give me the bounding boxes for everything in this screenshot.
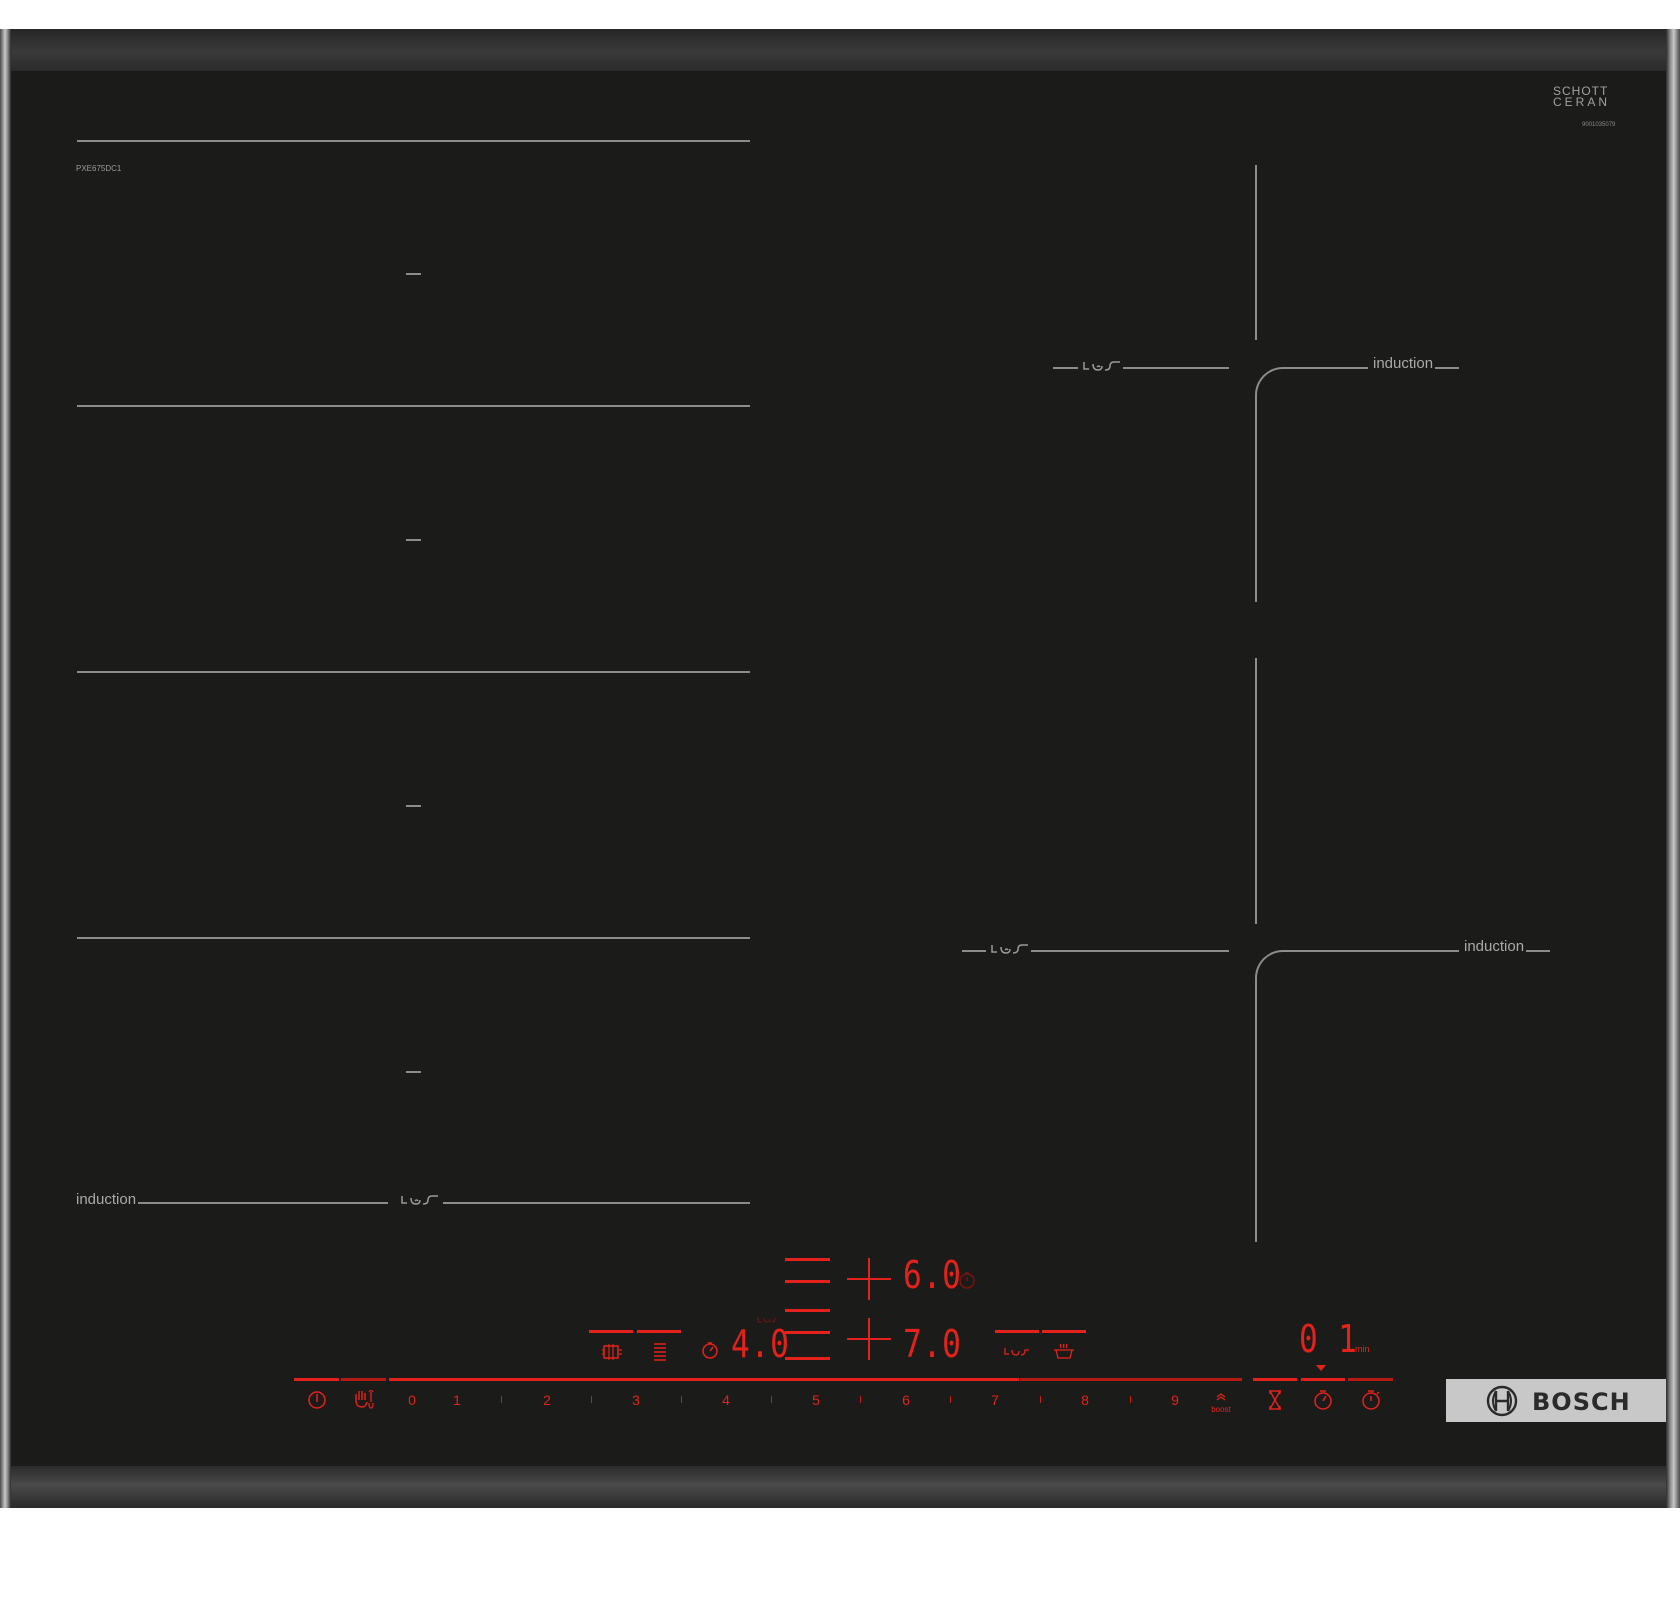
right-top-zone-edge: [1255, 404, 1257, 602]
stopwatch-icon[interactable]: [1361, 1389, 1381, 1410]
zone-center-mark: [406, 273, 421, 275]
right-top-induction-label: induction: [1373, 355, 1434, 372]
cooking-sensor-icon: [1083, 361, 1120, 371]
zone-indicator-mid[interactable]: [785, 1309, 830, 1312]
zone-timer-icon: [959, 1272, 975, 1289]
level-0[interactable]: 0: [402, 1392, 422, 1408]
zone-indicator-top[interactable]: [785, 1258, 830, 1261]
timer-icon[interactable]: [1313, 1389, 1333, 1410]
flex-mode-indicator-2: [637, 1330, 681, 1333]
flex-zone-line-2: [77, 405, 750, 407]
left-induction-label: induction: [76, 1191, 137, 1208]
power-button-indicator: [294, 1378, 339, 1381]
level-tick[interactable]: [950, 1396, 951, 1403]
cooking-sensor-icon: [401, 1195, 438, 1205]
right-bottom-end-dash: [1526, 950, 1550, 952]
zone-indicator-mid-top[interactable]: [785, 1280, 830, 1283]
right-mid-vertical-line: [1255, 658, 1257, 924]
frame-right-edge: [1666, 29, 1680, 1508]
ceramic-glass-surface: [11, 71, 1666, 1466]
zone-position-cross-icon: [847, 1258, 891, 1300]
schott-ceran-logo: SCHOTT CERAN: [1553, 85, 1611, 109]
flex-zone-icon[interactable]: [652, 1342, 668, 1362]
right-bottom-line-right: [1283, 950, 1459, 952]
level-1[interactable]: 1: [447, 1392, 467, 1408]
timer-indicator: [1301, 1378, 1345, 1381]
countdown-indicator: [1253, 1378, 1297, 1381]
right-top-vertical-line: [1255, 165, 1257, 340]
level-5[interactable]: 5: [806, 1392, 826, 1408]
pan-sensor-icon[interactable]: [1053, 1342, 1075, 1360]
power-slider-inactive[interactable]: [1020, 1378, 1242, 1381]
zone-center-mark: [406, 1071, 421, 1073]
right-bottom-line: [1031, 950, 1229, 952]
right-bottom-left-dash: [962, 950, 986, 952]
timer-icon[interactable]: [701, 1341, 719, 1359]
boost-label: boost: [1211, 1405, 1231, 1414]
bottom-zone-power-display: 7.0: [903, 1322, 962, 1366]
left-bottom-line: [138, 1202, 388, 1204]
induction-hob: SCHOTT CERAN 9001035079 PXE675DC1 induct…: [0, 29, 1680, 1508]
power-slider-active[interactable]: [389, 1378, 1019, 1381]
level-8[interactable]: 8: [1075, 1392, 1095, 1408]
sensor-indicator-2: [1042, 1330, 1086, 1333]
frame-top-edge: [2, 29, 1678, 71]
right-top-line-right: [1283, 367, 1368, 369]
zone-center-mark: [406, 539, 421, 541]
flex-zone-line-1: [77, 140, 750, 142]
zone-indicator-mid-bottom[interactable]: [785, 1331, 830, 1334]
stopwatch-indicator: [1348, 1378, 1393, 1381]
level-3[interactable]: 3: [626, 1392, 646, 1408]
right-bottom-induction-label: induction: [1464, 938, 1525, 955]
level-tick[interactable]: [501, 1396, 502, 1403]
right-top-end-dash: [1435, 367, 1459, 369]
move-mode-icon[interactable]: [601, 1342, 623, 1362]
level-tick[interactable]: [681, 1396, 682, 1403]
timer-display: 0 1: [1299, 1317, 1358, 1361]
level-tick[interactable]: [591, 1396, 592, 1403]
timer-select-arrow-icon: [1316, 1365, 1326, 1371]
zone-position-cross-icon: [847, 1318, 891, 1360]
timer-unit: min: [1355, 1344, 1370, 1354]
level-7[interactable]: 7: [985, 1392, 1005, 1408]
level-4[interactable]: 4: [716, 1392, 736, 1408]
top-zone-power-display: 6.0: [903, 1253, 962, 1297]
bosch-logo-badge: BOSCH: [1446, 1379, 1666, 1422]
flex-zone-line-4: [77, 937, 750, 939]
hand-lock-icon[interactable]: [353, 1388, 377, 1410]
right-top-line: [1123, 367, 1229, 369]
left-zone-power-display: 4.0: [731, 1322, 790, 1366]
lock-button-indicator: [341, 1378, 386, 1381]
level-9[interactable]: 9: [1165, 1392, 1185, 1408]
cooking-sensor-icon[interactable]: [1004, 1347, 1030, 1357]
zone-center-mark: [406, 805, 421, 807]
model-number: PXE675DC1: [76, 164, 122, 173]
glass-serial: 9001035079: [1582, 122, 1616, 128]
cooking-sensor-icon: [991, 944, 1028, 954]
level-tick[interactable]: [771, 1396, 772, 1403]
bosch-armature-icon: [1486, 1385, 1518, 1417]
boost-button[interactable]: boost: [1206, 1388, 1236, 1414]
right-bottom-zone-edge: [1255, 989, 1257, 1242]
level-tick[interactable]: [860, 1396, 861, 1403]
frame-left-edge: [0, 29, 11, 1508]
level-6[interactable]: 6: [896, 1392, 916, 1408]
flex-mode-indicator-1: [589, 1330, 633, 1333]
flex-zone-line-3: [77, 671, 750, 673]
boost-chevrons-icon: [1216, 1393, 1226, 1401]
frame-bottom-edge: [2, 1466, 1678, 1508]
ceran-text: CERAN: [1553, 95, 1611, 109]
left-bottom-line-right: [443, 1202, 750, 1204]
level-2[interactable]: 2: [537, 1392, 557, 1408]
level-tick[interactable]: [1130, 1396, 1131, 1403]
sensor-indicator-1: [995, 1330, 1039, 1333]
brand-name: BOSCH: [1532, 1388, 1631, 1416]
power-icon[interactable]: [307, 1390, 327, 1410]
level-tick[interactable]: [1040, 1396, 1041, 1403]
right-top-left-dash: [1053, 367, 1078, 369]
zone-indicator-bottom[interactable]: [785, 1357, 830, 1360]
hourglass-icon[interactable]: [1267, 1390, 1283, 1410]
